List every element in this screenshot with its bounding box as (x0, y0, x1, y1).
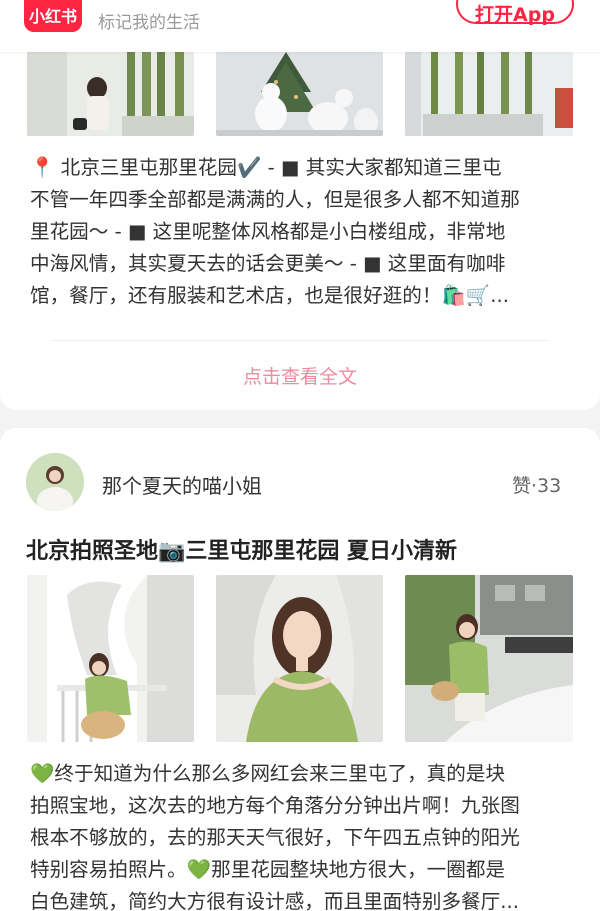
post-1-photo-1[interactable] (27, 52, 194, 136)
post-1-photo-3[interactable] (405, 52, 573, 136)
like-count[interactable]: 赞·33 (512, 471, 561, 498)
open-app-button[interactable]: 打开App (456, 0, 574, 26)
post-2-line-2: 拍照宝地，这次去的地方每个角落分分钟出片啊！九张图 (30, 794, 520, 817)
post-1-line-4: 中海风情，其实夏天去的话会更美～ - ■ 这里面有咖啡 (30, 252, 506, 275)
author-name[interactable]: 那个夏天的喵小姐 (102, 470, 262, 499)
post-1-line-2: 不管一年四季全部都是满满的人，但是很多人都不知道那 (30, 188, 520, 211)
post-2-body: 💚终于知道为什么那么多网红会来三里屯了，真的是块 拍照宝地，这次去的地方每个角落… (30, 758, 572, 911)
read-more-link[interactable]: 点击查看全文 (0, 362, 600, 389)
author-avatar[interactable] (26, 453, 84, 511)
post-1-line-1: 📍 北京三里屯那里花园✔️ - ■ 其实大家都知道三里屯 (30, 156, 502, 179)
post-1-line-3: 里花园～ - ■ 这里呢整体风格都是小白楼组成，非常地 (30, 220, 506, 243)
post-1-body: 📍 北京三里屯那里花园✔️ - ■ 其实大家都知道三里屯 不管一年四季全部都是满… (30, 152, 572, 312)
app-slogan: 标记我的生活 (98, 13, 200, 33)
post-1-photo-2[interactable] (216, 52, 383, 136)
post-2-photo-3[interactable] (405, 575, 573, 742)
post-card-1: 📍 北京三里屯那里花园✔️ - ■ 其实大家都知道三里屯 不管一年四季全部都是满… (0, 52, 600, 410)
post-2-line-4: 特别容易拍照片。💚那里花园整块地方很大，一圈都是 (30, 858, 506, 881)
post-2-line-1: 💚终于知道为什么那么多网红会来三里屯了，真的是块 (30, 762, 506, 785)
post-2-photo-1[interactable] (27, 575, 194, 742)
post-2-photo-2[interactable] (216, 575, 383, 742)
app-header: 小红书 标记我的生活 打开App (0, 0, 600, 52)
post-2-line-5: 白色建筑，简约大方很有设计感，而且里面特别多餐厅... (30, 890, 519, 911)
post-card-2: 那个夏天的喵小姐 赞·33 北京拍照圣地📷三里屯那里花园 夏日小清新 💚终于知道… (0, 428, 600, 911)
post-2-line-3: 根本不够放的，去的那天天气很好，下午四五点钟的阳光 (30, 826, 520, 849)
post-1-line-5: 馆，餐厅，还有服装和艺术店，也是很好逛的！🛍️🛒... (30, 284, 509, 307)
xiaohongshu-logo[interactable]: 小红书 (24, 0, 82, 32)
post-1-divider (52, 340, 548, 341)
post-title[interactable]: 北京拍照圣地📷三里屯那里花园 夏日小清新 (26, 533, 457, 565)
